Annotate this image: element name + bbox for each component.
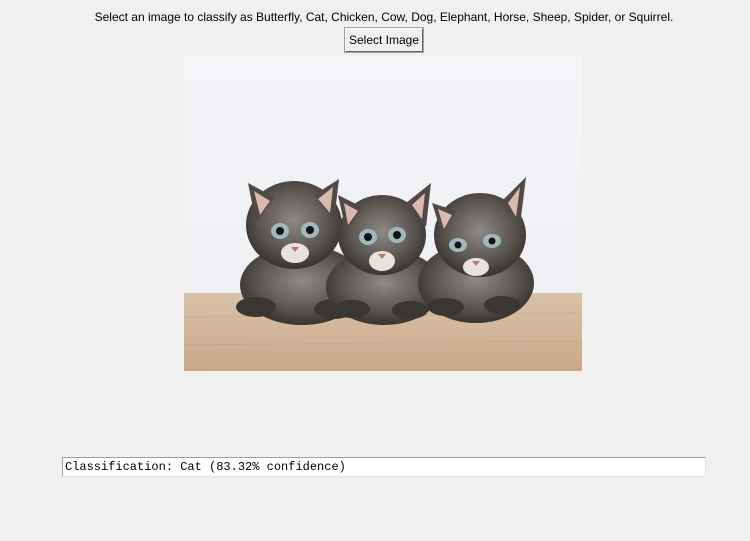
classification-result-field[interactable]: Classification: Cat (83.32% confidence) xyxy=(62,457,706,477)
selected-image xyxy=(184,55,582,371)
instruction-label: Select an image to classify as Butterfly… xyxy=(94,10,674,24)
classifier-window: Select an image to classify as Butterfly… xyxy=(0,0,750,541)
kittens-photo xyxy=(184,55,582,371)
select-image-button[interactable]: Select Image xyxy=(344,27,424,53)
